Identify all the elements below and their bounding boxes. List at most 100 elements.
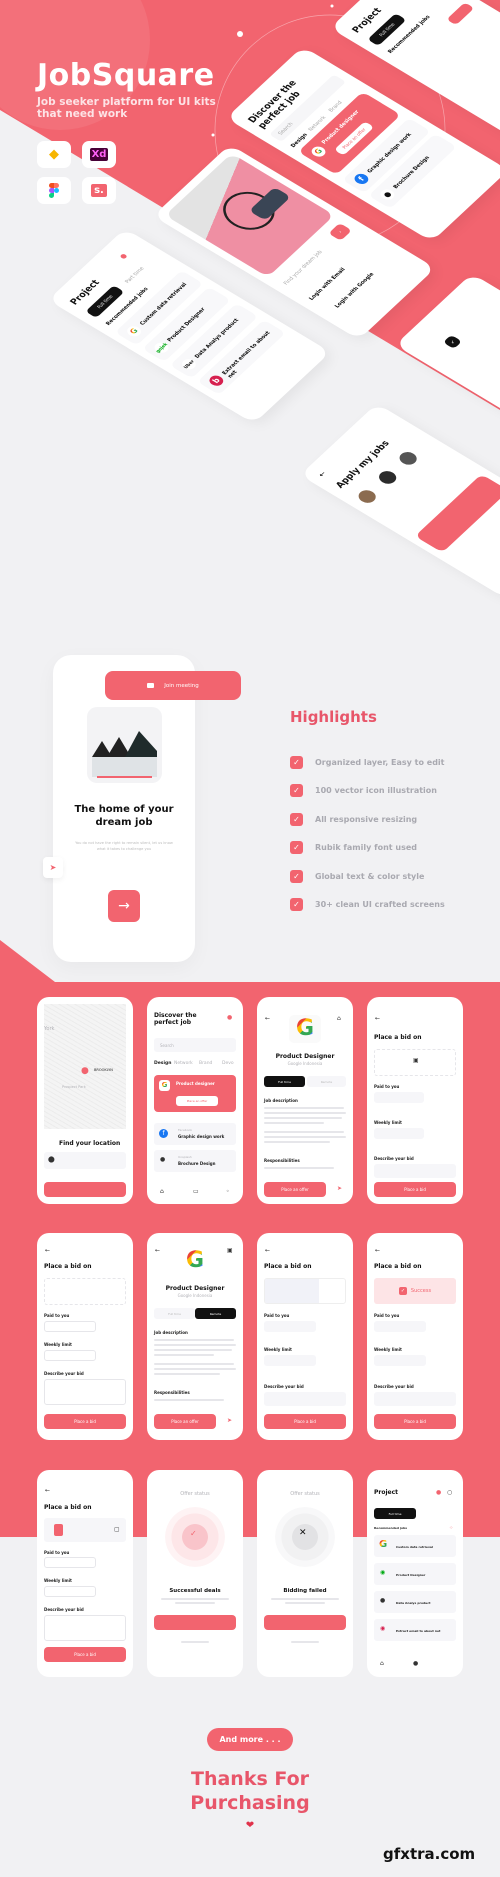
place-bid-button[interactable]: Place a bid [374,1414,456,1429]
job-title: Product Designer [275,1053,335,1060]
bookmark-icon[interactable]: ▣ [227,1247,233,1254]
and-more-button[interactable]: And more . . . [207,1728,293,1751]
back-to-home-link[interactable] [181,1641,209,1643]
back-icon[interactable]: ← [155,1247,160,1254]
place-offer-button[interactable]: Place an offer [176,1096,218,1106]
job-list-item[interactable]: f Facebook Graphic design work [154,1123,236,1145]
highlight-item: ✓ Rubik family font used [290,840,417,854]
tab-remote[interactable]: Remote [307,1076,346,1087]
confirm-button[interactable] [44,1182,126,1197]
job-list-item[interactable]: ● Data Analys product [374,1591,456,1613]
notification-icon[interactable]: ● [227,1014,232,1021]
tab-full-time[interactable]: Full time [374,1508,416,1519]
back-icon[interactable]: ← [375,1015,380,1022]
upload-area[interactable] [44,1278,126,1305]
map-label: York [44,1026,55,1032]
weekly-limit-input[interactable] [374,1355,426,1366]
weekly-limit-input[interactable] [374,1128,424,1139]
tab-full-time[interactable]: Full time [154,1308,195,1319]
place-offer-button[interactable]: Place an offer [154,1414,216,1429]
place-offer-button[interactable]: Place an offer [264,1182,326,1197]
tab-design[interactable]: Design [154,1061,171,1066]
next-arrow-button[interactable]: → [108,890,140,922]
screen-title: Place a bid on [44,1263,92,1270]
paid-input[interactable] [374,1092,424,1103]
upload-area[interactable]: ▣ [374,1049,456,1076]
find-similar-job-button[interactable] [154,1615,236,1630]
describe-input[interactable] [374,1164,456,1178]
job-list-item[interactable]: ● Unsplash Brochure Design [154,1150,236,1172]
check-icon: ✓ [290,897,303,911]
home-icon[interactable]: ⌂ [160,1188,164,1195]
avatar [396,449,421,468]
arrow-icon: › [328,222,352,241]
upload-progress [264,1278,346,1304]
field-label: Paid to you [374,1084,400,1089]
file-icon [54,1524,63,1536]
houses-illustration [87,707,162,783]
send-icon[interactable]: ➤ [337,1185,342,1192]
profile-icon[interactable]: ◦ [226,1188,230,1195]
paid-input[interactable] [44,1557,96,1568]
job-list-item[interactable]: G Custom data retrieval [374,1535,456,1557]
describe-input[interactable] [374,1392,456,1406]
tab-remote[interactable]: Remote [195,1308,236,1319]
screen-place-bid-filled: ← Place a bid on Paid to you Weekly limi… [37,1233,133,1440]
place-bid-button[interactable]: Place a bid [374,1182,456,1197]
paid-input[interactable] [44,1321,96,1332]
back-icon[interactable]: ← [45,1247,50,1254]
describe-input[interactable] [44,1379,126,1405]
weekly-limit-input[interactable] [44,1350,96,1361]
attached-file[interactable]: ▢ [44,1518,126,1542]
screen-title: Place a bid on [374,1034,422,1041]
bookmark-icon[interactable]: ⌂ [337,1015,341,1022]
chat-icon[interactable]: ● [413,1660,418,1667]
brand-subtitle: Job seeker platform for UI kits that nee… [37,96,216,120]
check-icon: ✓ [290,812,303,826]
avatar [355,487,380,506]
place-bid-button[interactable]: Place a bid [264,1414,346,1429]
paid-input[interactable] [374,1321,426,1332]
notification-icon[interactable]: ● [436,1489,441,1496]
back-icon[interactable]: ← [265,1247,270,1254]
find-similar-job-button[interactable] [264,1615,346,1630]
tab-network[interactable]: Network [174,1061,193,1066]
highlight-item: ✓ Organized layer, Easy to edit [290,755,444,769]
back-icon[interactable]: ← [265,1015,270,1022]
place-bid-button[interactable]: Place a bid [44,1647,126,1662]
search-input[interactable]: Search [154,1038,236,1052]
join-meeting-button[interactable]: Join meeting [105,671,241,700]
send-icon[interactable]: ➤ [227,1417,232,1424]
screen-title: Project [374,1489,399,1496]
chat-icon[interactable]: ▭ [193,1188,199,1195]
screen-offer-success: Offer status ✓ Successful deals [147,1470,243,1677]
weekly-limit-input[interactable] [44,1586,96,1597]
job-list-item[interactable]: ◉ Product Designer [374,1563,456,1585]
field-label: Weekly limit [374,1120,402,1125]
check-icon: ✓ [290,783,303,797]
place-bid-button[interactable]: Place a bid [44,1414,126,1429]
back-icon[interactable]: ← [45,1487,50,1494]
back-to-home-link[interactable] [291,1641,319,1643]
tab-brand[interactable]: Brand [199,1061,212,1066]
back-icon[interactable]: ← [375,1247,380,1254]
figma-icon [37,177,71,204]
success-banner: ✓ Success [374,1278,456,1304]
field-label: Weekly limit [44,1578,72,1583]
describe-input[interactable] [264,1392,346,1406]
filter-icon[interactable]: ⁘ [449,1525,453,1531]
job-list-item[interactable]: ◉ Extract email to about net [374,1619,456,1641]
featured-job-card[interactable]: G Product designer Place an offer [154,1075,236,1112]
highlight-item: ✓ Global text & color style [290,869,424,883]
weekly-limit-input[interactable] [264,1355,316,1366]
paid-input[interactable] [264,1321,316,1332]
tab-full-time[interactable]: Full time [264,1076,305,1087]
describe-input[interactable] [44,1615,126,1641]
tab-devops[interactable]: Devo [222,1061,234,1066]
location-input[interactable]: ⬤ [44,1152,126,1169]
heart-icon: ❤ [245,1820,255,1831]
send-icon[interactable]: ➤ [43,857,63,878]
home-icon[interactable]: ⌂ [380,1660,384,1667]
settings-icon[interactable]: ○ [447,1489,452,1496]
screen-job-detail-remote: ← ▣ G Product Designer Google Indonesia … [147,1233,243,1440]
